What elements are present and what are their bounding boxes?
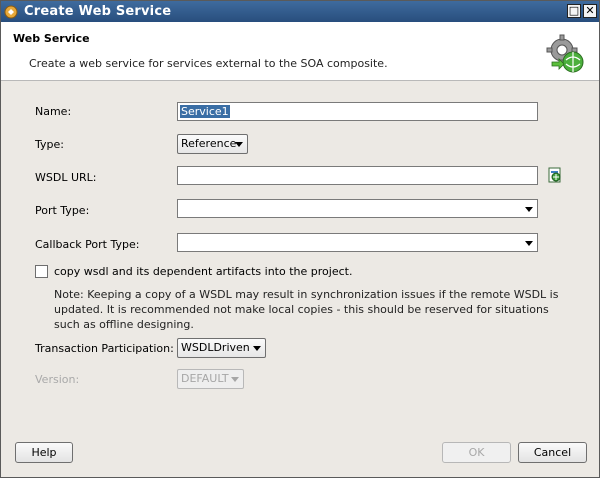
callback-port-type-dropdown[interactable]	[177, 233, 538, 252]
chevron-down-icon	[231, 377, 239, 382]
help-button[interactable]: Help	[15, 442, 73, 463]
transaction-participation-label: Transaction Participation:	[35, 342, 174, 355]
type-dropdown[interactable]: Reference	[177, 134, 248, 154]
version-value: DEFAULT	[181, 372, 229, 385]
header-subtitle: Create a web service for services extern…	[29, 57, 388, 70]
create-web-service-dialog: Create Web Service □ ✕ Web Service Creat…	[0, 0, 600, 478]
name-label: Name:	[35, 105, 72, 118]
port-type-label: Port Type:	[35, 204, 90, 217]
chevron-down-icon	[525, 207, 533, 212]
callback-port-type-label: Callback Port Type:	[35, 238, 140, 251]
transaction-participation-value: WSDLDriven	[181, 341, 250, 354]
version-dropdown: DEFAULT	[177, 369, 244, 389]
copy-wsdl-label[interactable]: copy wsdl and its dependent artifacts in…	[54, 265, 352, 278]
chevron-down-icon	[525, 241, 533, 246]
name-field-value: Service1	[180, 105, 230, 118]
wsdl-url-label: WSDL URL:	[35, 171, 97, 184]
title-bar[interactable]: Create Web Service □ ✕	[1, 1, 599, 22]
chevron-down-icon	[235, 142, 243, 147]
port-type-dropdown[interactable]	[177, 199, 538, 218]
header-panel: Web Service Create a web service for ser…	[1, 22, 599, 81]
copy-wsdl-checkbox[interactable]	[35, 265, 48, 278]
wsdl-url-field[interactable]	[177, 166, 538, 185]
app-icon	[4, 5, 18, 19]
close-button[interactable]: ✕	[583, 4, 597, 18]
copy-wsdl-note: Note: Keeping a copy of a WSDL may resul…	[54, 288, 559, 331]
chevron-down-icon	[253, 346, 261, 351]
transaction-participation-dropdown[interactable]: WSDLDriven	[177, 338, 266, 358]
version-label: Version:	[35, 373, 80, 386]
maximize-button[interactable]: □	[567, 4, 581, 18]
cancel-button[interactable]: Cancel	[518, 442, 587, 463]
gear-globe-icon	[546, 34, 584, 73]
header-title: Web Service	[13, 32, 90, 45]
ok-button[interactable]: OK	[442, 442, 511, 463]
type-label: Type:	[35, 138, 64, 151]
type-dropdown-value: Reference	[181, 137, 237, 150]
window-title: Create Web Service	[24, 4, 172, 19]
name-field[interactable]: Service1	[177, 102, 538, 121]
find-wsdl-icon[interactable]	[547, 167, 563, 183]
